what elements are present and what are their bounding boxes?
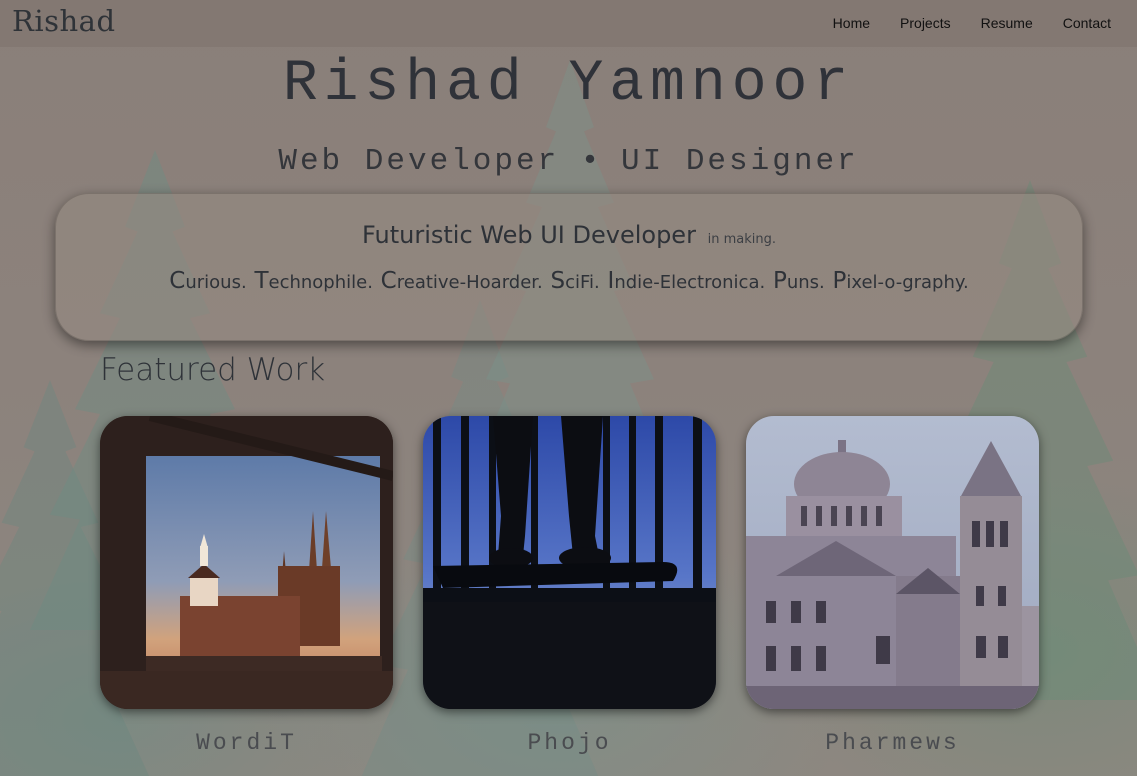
hero-name: Rishad Yamnoor bbox=[282, 52, 855, 117]
work-card-wordit[interactable] bbox=[100, 416, 393, 709]
hero-subtitle: Web Developer • UI Designer bbox=[0, 144, 1137, 179]
trait-item: SciFi. bbox=[551, 268, 600, 294]
navbar: Rishad Home Projects Resume Contact bbox=[0, 0, 1137, 47]
subtitle-role-designer: UI Designer bbox=[621, 144, 859, 179]
trait-rest: reative-Hoarder. bbox=[396, 272, 543, 293]
trait-item: Creative-Hoarder. bbox=[381, 268, 543, 294]
trait-initial: C bbox=[169, 268, 186, 294]
intro-card: Futuristic Web UI Developer in making. C… bbox=[55, 193, 1083, 341]
skateboard-silhouette-photo bbox=[423, 416, 716, 709]
trait-item: Indie-Electronica. bbox=[608, 268, 766, 294]
domed-cathedral-photo bbox=[746, 416, 1039, 709]
intro-title-main: Futuristic Web UI Developer bbox=[362, 221, 696, 249]
trait-rest: ixel-o-graphy. bbox=[846, 272, 969, 293]
traits-list: Curious. Technophile. Creative-Hoarder. … bbox=[55, 268, 1083, 294]
nav-link-projects[interactable]: Projects bbox=[900, 15, 951, 31]
trait-initial: C bbox=[380, 268, 397, 294]
trait-item: Pixel-o-graphy. bbox=[832, 268, 969, 294]
work-card-phojo[interactable] bbox=[423, 416, 716, 709]
subtitle-role-developer: Web Developer bbox=[278, 144, 560, 179]
trait-initial: T bbox=[254, 268, 269, 294]
trait-item: Curious. bbox=[169, 268, 247, 294]
trait-rest: ndie-Electronica. bbox=[614, 272, 766, 293]
nav-links: Home Projects Resume Contact bbox=[833, 15, 1111, 31]
featured-work-title: Featured Work bbox=[100, 352, 326, 388]
church-through-window-photo bbox=[100, 416, 393, 709]
trait-rest: uns. bbox=[786, 272, 825, 293]
nav-link-contact[interactable]: Contact bbox=[1063, 15, 1111, 31]
trait-initial: P bbox=[772, 268, 787, 294]
nav-link-home[interactable]: Home bbox=[833, 15, 870, 31]
trait-item: Puns. bbox=[773, 268, 825, 294]
trait-rest: echnophile. bbox=[268, 272, 373, 293]
trait-initial: P bbox=[832, 268, 847, 294]
work-label-phojo[interactable]: Phojo bbox=[423, 730, 716, 756]
trait-initial: S bbox=[550, 268, 566, 294]
work-card-pharmews[interactable] bbox=[746, 416, 1039, 709]
trait-rest: urious. bbox=[185, 272, 247, 293]
intro-title-suffix: in making. bbox=[707, 232, 776, 247]
intro-title: Futuristic Web UI Developer in making. bbox=[55, 221, 1083, 249]
subtitle-separator: • bbox=[580, 144, 600, 179]
trait-rest: ciFi. bbox=[565, 272, 600, 293]
trait-item: Technophile. bbox=[254, 268, 373, 294]
work-label-pharmews[interactable]: Pharmews bbox=[746, 730, 1039, 756]
brand-logo[interactable]: Rishad bbox=[12, 4, 116, 38]
work-label-wordit[interactable]: WordiT bbox=[100, 730, 393, 756]
nav-link-resume[interactable]: Resume bbox=[981, 15, 1033, 31]
